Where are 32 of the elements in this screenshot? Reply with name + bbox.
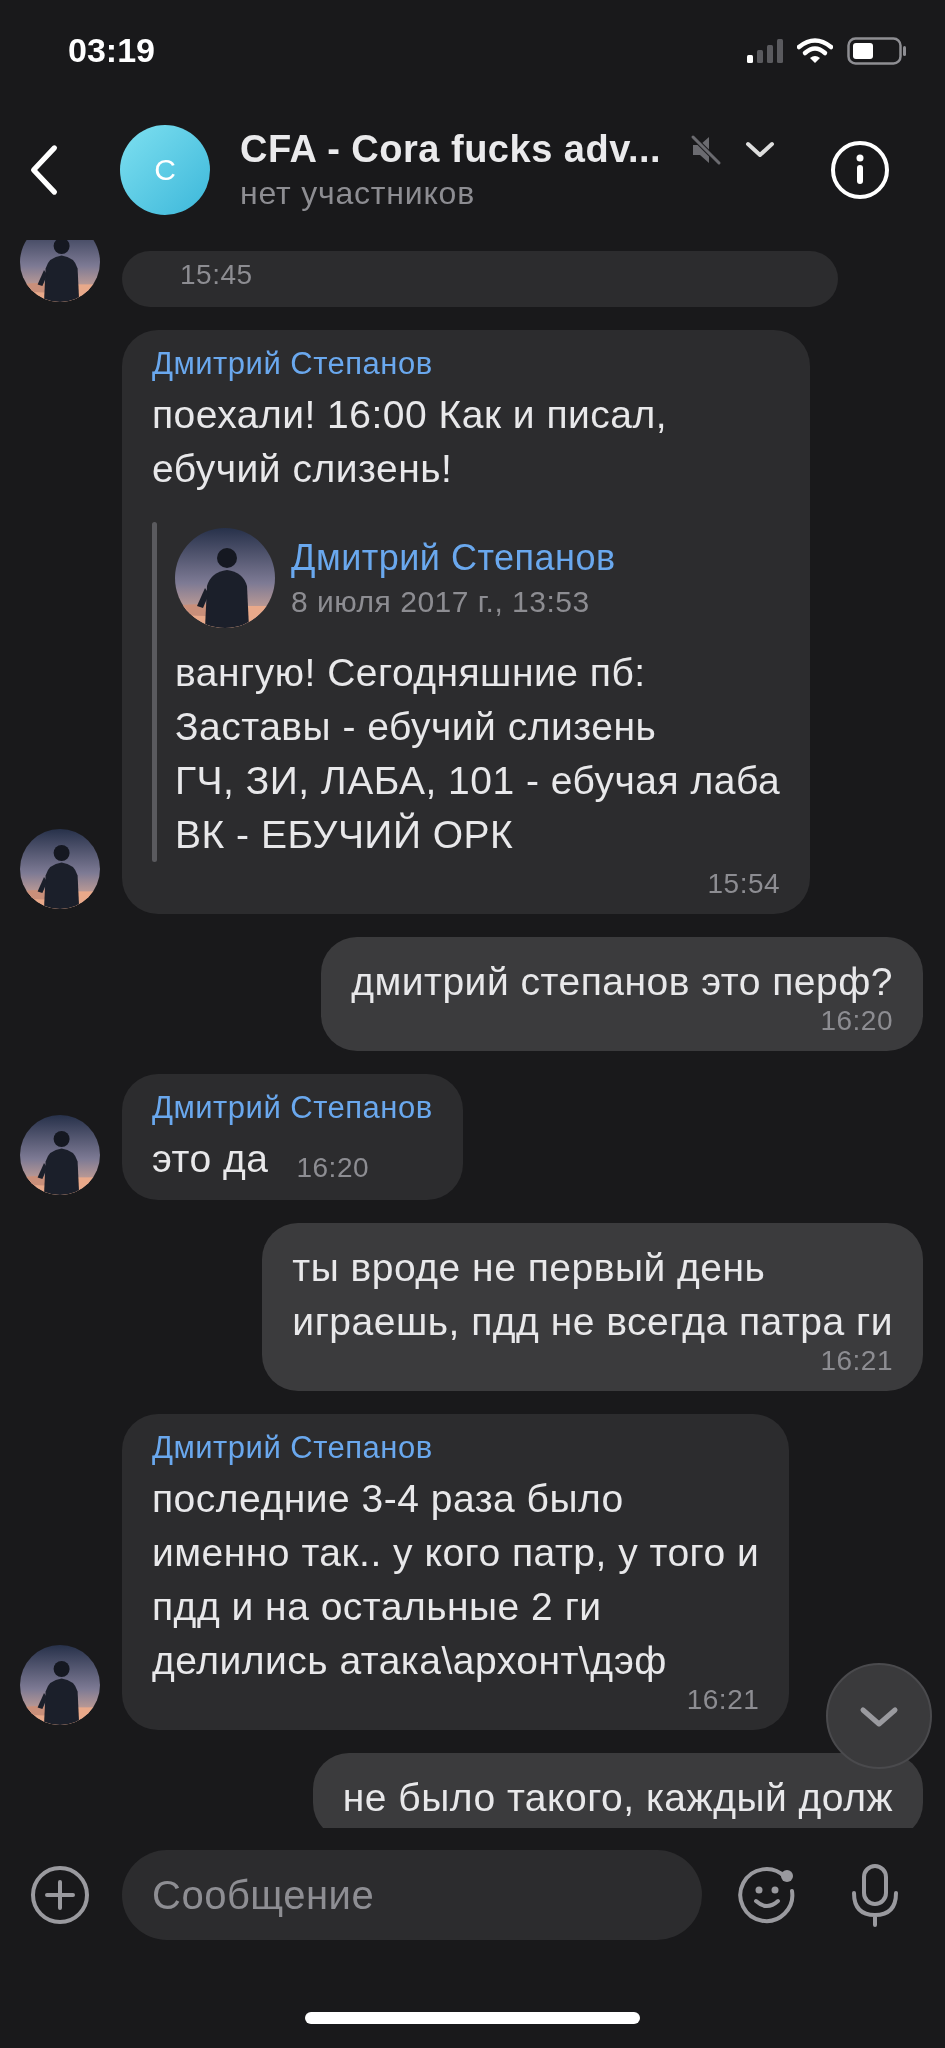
chat-title[interactable]: CFA - Cora fucks adv... [240,128,662,171]
message-input[interactable]: Сообщение [122,1850,702,1940]
message-time: 16:21 [685,1684,760,1716]
quoted-sender-name[interactable]: Дмитрий Степанов [291,537,616,579]
message-time: 16:20 [296,1152,370,1184]
message-time: 16:21 [819,1345,893,1377]
sender-name[interactable]: Дмитрий Степанов [152,1090,433,1126]
wifi-icon [797,38,833,64]
sender-name[interactable]: Дмитрий Степанов [152,1430,760,1466]
message-text: последние 3-4 раза было именно так.. у кого патр, у того и пдд и на остальные 2 ги делились атака\архонт\дэф [152,1476,760,1684]
microphone-icon[interactable] [850,1863,900,1927]
message-text: ты вроде не первый день играешь, пдд не всегда патра ги [292,1245,893,1345]
sender-name[interactable]: Дмитрий Степанов [152,346,781,382]
message-time: 15:54 [706,868,781,900]
message-time: 15:45 [180,259,253,291]
message-text: не было такого, каждый долж [342,1775,893,1821]
status-time: 03:19 [68,30,155,70]
scroll-down-button[interactable] [825,1662,933,1770]
chat-subtitle: нет участников [240,175,476,212]
add-icon[interactable] [30,1865,90,1925]
message-time: 16:20 [819,1005,893,1037]
message-text: дмитрий степанов это перф? [351,959,893,1005]
chevron-down-icon[interactable] [745,140,776,159]
back-icon[interactable] [28,144,60,196]
quoted-text: вангую! Сегодняшние пб: Заставы - ебучий слизень ГЧ, ЗИ, ЛАБА, 101 - ебучая лаба ВК - ЕБУЧИЙ ОРК [175,650,781,858]
quoted-date: 8 июля 2017 г., 13:53 [291,585,591,619]
message-text: это да [152,1136,269,1182]
info-icon[interactable] [830,140,890,200]
battery-icon [847,37,907,65]
message-text: поехали! 16:00 Как и писал, ебучий слизень! [152,392,668,492]
signal-icon [747,39,783,63]
chat-avatar: C [120,125,210,215]
